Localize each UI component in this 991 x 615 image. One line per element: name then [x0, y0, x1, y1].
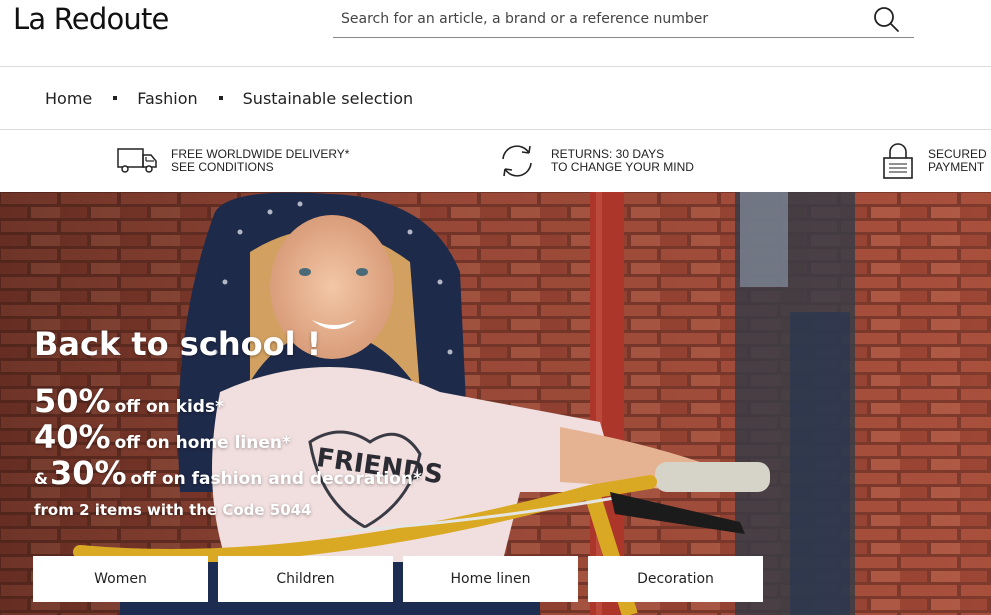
- lock-icon: [883, 143, 913, 179]
- hero-title: Back to school !: [34, 325, 322, 363]
- usp-strip: FREE WORLDWIDE DELIVERY* SEE CONDITIONS …: [0, 130, 991, 192]
- usp-returns[interactable]: RETURNS: 30 DAYS TO CHANGE YOUR MIND: [497, 130, 694, 192]
- truck-icon: [117, 148, 157, 173]
- offer-home-linen: 40% off on home linen*: [34, 418, 291, 456]
- offer-kids-text: off on kids*: [114, 397, 224, 417]
- usp-returns-text: RETURNS: 30 DAYS TO CHANGE YOUR MIND: [551, 148, 694, 174]
- offer-kids: 50% off on kids*: [34, 382, 224, 420]
- offer-fashion-text: off on fashion and decoration*: [130, 469, 422, 489]
- search-input[interactable]: [341, 0, 861, 37]
- usp-delivery[interactable]: FREE WORLDWIDE DELIVERY* SEE CONDITIONS: [117, 130, 349, 192]
- offer-prefix: &: [34, 469, 48, 488]
- hero-banner[interactable]: FRIENDS Back to school ! 50% off on kids*…: [0, 192, 991, 615]
- nav-item-home[interactable]: Home: [45, 89, 92, 108]
- logo[interactable]: La Redoute: [13, 0, 169, 38]
- home-linen-button[interactable]: Home linen: [403, 556, 578, 602]
- offer-fashion-decoration: &30% off on fashion and decoration*: [34, 454, 422, 492]
- usp-payment-text: SECURED PAYMENT: [928, 148, 987, 174]
- offer-home-linen-percent: 40%: [34, 418, 111, 456]
- nav-separator: [113, 96, 118, 100]
- search-bar: [333, 0, 914, 38]
- offer-kids-percent: 50%: [34, 382, 111, 420]
- refresh-icon: [502, 145, 532, 177]
- nav-separator: [218, 96, 223, 100]
- usp-payment-line2: PAYMENT: [928, 160, 985, 174]
- main-nav: Home Fashion Sustainable selection: [0, 67, 991, 130]
- usp-returns-line2: TO CHANGE YOUR MIND: [551, 160, 694, 174]
- header: La Redoute: [0, 0, 991, 67]
- usp-delivery-line2: SEE CONDITIONS: [171, 160, 274, 174]
- usp-payment[interactable]: SECURED PAYMENT: [882, 130, 987, 192]
- offer-home-linen-text: off on home linen*: [114, 433, 291, 453]
- nav-item-fashion[interactable]: Fashion: [137, 89, 197, 108]
- promo-code-line: from 2 items with the Code 5044: [34, 501, 312, 519]
- decoration-button[interactable]: Decoration: [588, 556, 763, 602]
- offer-fashion-percent: 30%: [49, 454, 127, 492]
- usp-delivery-text: FREE WORLDWIDE DELIVERY* SEE CONDITIONS: [171, 148, 349, 174]
- nav-item-sustainable[interactable]: Sustainable selection: [243, 89, 414, 108]
- search-icon[interactable]: [872, 5, 900, 33]
- women-button[interactable]: Women: [33, 556, 208, 602]
- children-button[interactable]: Children: [218, 556, 393, 602]
